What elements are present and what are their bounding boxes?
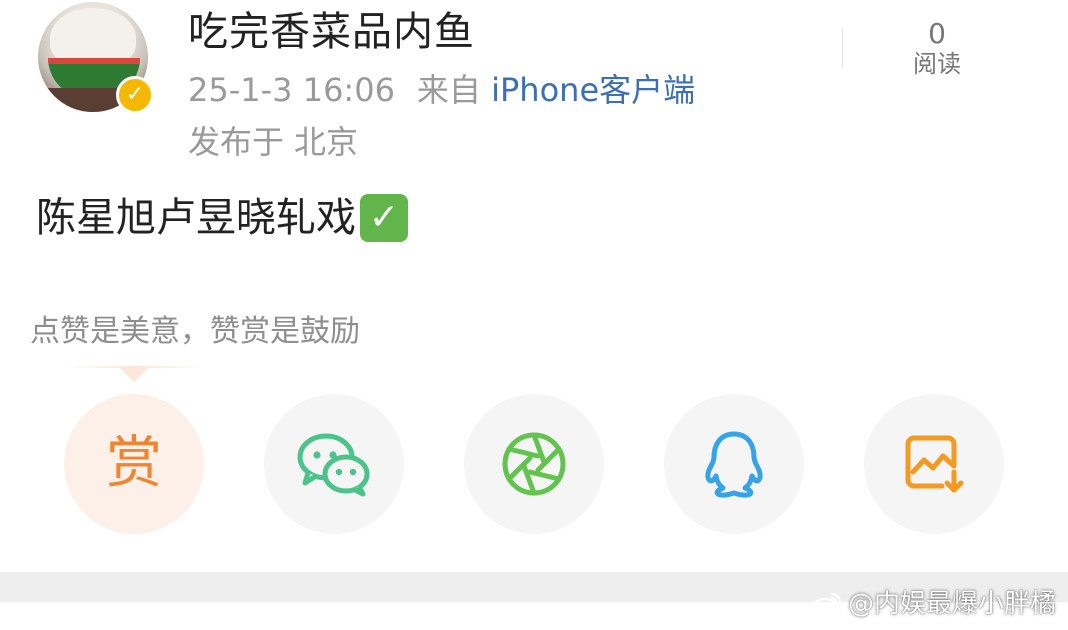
wechat-moments-icon <box>502 432 566 496</box>
watermark-text: @内娱最爆小胖橘 <box>847 589 1056 619</box>
save-image-button[interactable] <box>864 394 1004 534</box>
save-image-icon <box>905 435 964 493</box>
reward-tip: 点赞是美意，赞赏是鼓励 <box>30 314 360 349</box>
wechat-icon <box>297 433 370 497</box>
reward-tip-pointer <box>119 367 149 382</box>
share-moments-button[interactable] <box>464 394 604 534</box>
white-check-mark-icon: ✓ <box>360 194 408 242</box>
location-value: 北京 <box>294 123 359 161</box>
reward-button[interactable]: 赏 <box>64 394 204 534</box>
read-count: 0 <box>928 17 946 50</box>
reward-icon: 赏 <box>106 431 162 496</box>
read-label: 阅读 <box>913 50 961 78</box>
location-prefix: 发布于 <box>188 123 285 161</box>
qq-icon <box>705 431 763 498</box>
post-text: 陈星旭卢昱晓轧戏 <box>36 195 356 241</box>
post-location: 发布于 北京 <box>188 120 358 164</box>
stats-divider <box>842 28 843 68</box>
weibo-logo-icon <box>811 592 842 617</box>
verified-badge-icon: ✓ <box>116 76 154 114</box>
post-datetime: 25-1-3 16:06 <box>188 71 395 109</box>
share-wechat-button[interactable] <box>264 394 404 534</box>
share-qq-button[interactable] <box>664 394 804 534</box>
client-link[interactable]: iPhone客户端 <box>491 71 695 109</box>
from-label: 来自 <box>416 71 481 109</box>
watermark: @内娱最爆小胖橘 <box>811 586 1056 622</box>
avatar-container[interactable]: ✓ <box>38 2 154 118</box>
post-body: 陈星旭卢昱晓轧戏 ✓ <box>36 190 408 246</box>
post-meta: 25-1-3 16:06 来自 iPhone客户端 <box>188 68 695 112</box>
username[interactable]: 吃完香菜品内鱼 <box>188 6 475 58</box>
